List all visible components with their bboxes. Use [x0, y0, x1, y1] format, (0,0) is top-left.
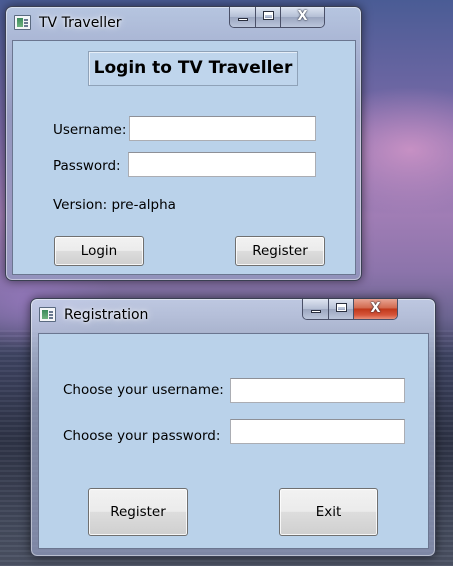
login-window-controls: X — [229, 7, 325, 28]
registration-window: Registration X Choose your username: Cho… — [30, 298, 436, 557]
choose-password-input[interactable] — [230, 419, 405, 444]
close-icon: X — [370, 301, 381, 316]
close-button[interactable]: X — [281, 7, 324, 27]
exit-button[interactable]: Exit — [279, 488, 378, 536]
choose-username-input[interactable] — [230, 378, 405, 403]
minimize-icon — [238, 18, 248, 21]
close-button[interactable]: X — [354, 299, 397, 319]
minimize-button[interactable] — [303, 299, 329, 319]
register-button[interactable]: Register — [235, 236, 325, 266]
registration-titlebar[interactable]: Registration X — [31, 299, 435, 329]
password-input[interactable] — [128, 152, 316, 177]
registration-client-area: Choose your username: Choose your passwo… — [38, 333, 429, 549]
login-window-title: TV Traveller — [39, 15, 122, 31]
maximize-button[interactable] — [256, 7, 281, 27]
login-client-area: Login to TV Traveller Username: Password… — [12, 40, 356, 275]
maximize-button[interactable] — [329, 299, 354, 319]
registration-register-button[interactable]: Register — [88, 488, 188, 536]
login-button[interactable]: Login — [54, 236, 144, 266]
password-label: Password: — [53, 158, 121, 174]
registration-window-title: Registration — [64, 307, 149, 323]
minimize-button[interactable] — [230, 7, 256, 27]
close-icon: X — [297, 9, 308, 24]
minimize-icon — [311, 310, 321, 313]
login-titlebar[interactable]: TV Traveller X — [6, 7, 361, 37]
version-label: Version: pre-alpha — [53, 197, 176, 213]
registration-window-controls: X — [302, 299, 398, 320]
username-input[interactable] — [129, 116, 316, 141]
login-heading: Login to TV Traveller — [88, 51, 298, 86]
app-icon — [14, 15, 31, 30]
maximize-icon — [336, 303, 347, 312]
login-window: TV Traveller X Login to TV Traveller Use… — [5, 6, 362, 281]
choose-password-label: Choose your password: — [63, 428, 221, 444]
username-label: Username: — [53, 122, 127, 138]
choose-username-label: Choose your username: — [63, 382, 224, 398]
maximize-icon — [263, 11, 274, 20]
app-icon — [39, 307, 56, 322]
